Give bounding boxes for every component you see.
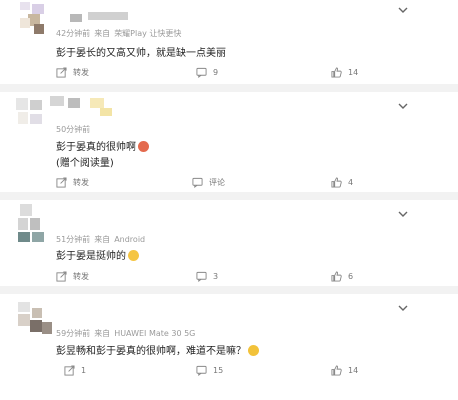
avatar[interactable] xyxy=(14,202,54,242)
avatar[interactable] xyxy=(14,96,54,136)
comment-button[interactable]: 3 xyxy=(196,268,218,284)
like-button[interactable]: 6 xyxy=(331,268,353,284)
share-button[interactable]: 转发 xyxy=(56,64,89,80)
comment-meta: 59分钟前 来自 HUAWEI Mate 30 5G xyxy=(56,329,196,338)
blurred-name xyxy=(50,96,64,106)
blurred-name xyxy=(90,98,104,108)
comment-icon xyxy=(196,365,207,376)
comment-actions: 转发 9 14 xyxy=(56,64,372,80)
blurred-name xyxy=(70,14,82,22)
comment-text: 彭于晏长的又高又帅，就是缺一点美丽 xyxy=(56,48,226,59)
like-icon xyxy=(331,270,342,282)
comment-meta: 51分钟前 来自 Android xyxy=(56,235,146,244)
share-button[interactable]: 转发 xyxy=(56,268,89,284)
like-icon xyxy=(331,176,342,188)
share-icon xyxy=(56,66,67,78)
comment-icon xyxy=(192,177,203,188)
comment-card: 59分钟前 来自 HUAWEI Mate 30 5G 彭昱畅和彭于晏真的很帅啊，难道… xyxy=(14,294,412,384)
avatar[interactable] xyxy=(14,298,54,338)
blush-emoji-icon xyxy=(128,250,139,261)
comment-text: 彭于晏真的很帅啊 xyxy=(56,138,149,153)
separator xyxy=(0,84,458,92)
comment-text: 彭昱畅和彭于晏真的很帅啊，难道不是嘛？ xyxy=(56,342,259,357)
blurred-name xyxy=(68,98,80,108)
chevron-down-icon[interactable] xyxy=(398,304,408,312)
chevron-down-icon[interactable] xyxy=(398,210,408,218)
share-icon xyxy=(56,270,67,282)
like-icon xyxy=(331,364,342,376)
heart-eyes-emoji-icon xyxy=(138,141,149,152)
comment-actions: 1 15 14 xyxy=(56,362,372,378)
blurred-name xyxy=(88,12,128,20)
thinking-emoji-icon xyxy=(248,345,259,356)
share-icon xyxy=(64,364,75,376)
share-icon xyxy=(56,176,67,188)
like-button[interactable]: 4 xyxy=(331,174,353,190)
comment-button[interactable]: 15 xyxy=(196,362,223,378)
comment-actions: 转发 评论 4 xyxy=(56,174,372,190)
separator xyxy=(0,192,458,200)
comment-actions: 转发 3 6 xyxy=(56,268,372,284)
comment-card: 50分钟前 彭于晏真的很帅啊 (赠个阅读量) 转发 评论 4 xyxy=(14,92,412,192)
comment-icon xyxy=(196,271,207,282)
chevron-down-icon[interactable] xyxy=(398,102,408,110)
like-icon xyxy=(331,66,342,78)
comment-card: 51分钟前 来自 Android 彭于晏是挺帅的 转发 3 6 xyxy=(14,200,412,286)
share-button[interactable]: 1 xyxy=(64,362,86,378)
separator xyxy=(0,286,458,294)
like-button[interactable]: 14 xyxy=(331,64,358,80)
comment-text-line2: (赠个阅读量) xyxy=(56,158,114,169)
comment-text: 彭于晏是挺帅的 xyxy=(56,247,139,262)
avatar[interactable] xyxy=(14,0,54,40)
comment-card: 42分钟前 来自 荣耀Play 让快更快 彭于晏长的又高又帅，就是缺一点美丽 转发 … xyxy=(14,0,412,84)
chevron-down-icon[interactable] xyxy=(398,6,408,14)
like-button[interactable]: 14 xyxy=(331,362,358,378)
comment-button[interactable]: 9 xyxy=(196,64,218,80)
comment-button[interactable]: 评论 xyxy=(192,174,225,190)
comment-icon xyxy=(196,67,207,78)
blurred-name xyxy=(100,108,112,116)
comment-meta: 50分钟前 xyxy=(56,125,91,134)
comment-meta: 42分钟前 来自 荣耀Play 让快更快 xyxy=(56,29,182,38)
share-button[interactable]: 转发 xyxy=(56,174,89,190)
